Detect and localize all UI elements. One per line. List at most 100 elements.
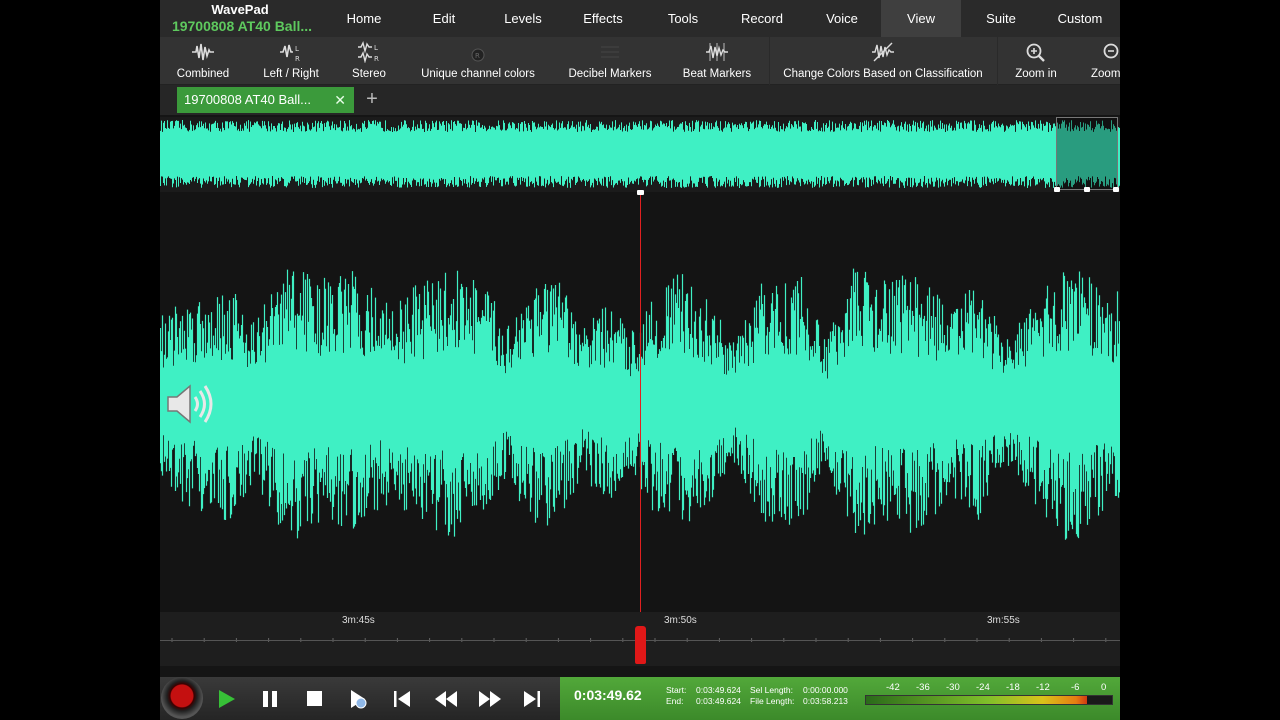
svg-text:L: L [295,45,299,53]
scrub-play-icon [351,690,367,709]
menu-voice[interactable]: Voice [802,0,882,37]
level-scale-label: -6 [1071,682,1080,693]
play-icon [219,690,235,708]
decibel-markers-button[interactable]: Decibel Markers [562,37,658,85]
speaker-icon[interactable] [165,382,213,426]
pause-icon [263,691,277,707]
unique-channel-colors-icon: R [471,48,485,62]
rewind-button[interactable] [426,681,466,717]
menu-suite[interactable]: Suite [961,0,1041,37]
stop-button[interactable] [294,681,334,717]
menu-view[interactable]: View [881,0,961,37]
overview-waveform-path [160,120,1120,188]
level-scale-label: -18 [1006,682,1020,693]
skip-end-icon [524,691,540,707]
timeline-ruler[interactable]: 3m:45s 3m:50s 3m:55s [160,612,1120,666]
add-tab-button[interactable]: + [362,87,382,113]
end-value: 0:03:49.624 [696,696,741,706]
record-button[interactable] [161,677,203,719]
scrub-play-button[interactable] [338,681,378,717]
current-time-display: 0:03:49.62 [574,687,642,703]
zoom-in-icon [1026,43,1045,62]
app-name: WavePad [211,2,269,17]
unique-channel-colors-label: Unique channel colors [421,68,535,80]
beat-markers-icon [706,43,728,61]
start-value: 0:03:49.624 [696,685,741,695]
stereo-button[interactable]: L R Stereo [346,37,392,85]
file-length-label: File Length: [750,696,795,706]
menu-custom[interactable]: Custom [1040,0,1120,37]
classification-colors-icon [872,42,894,62]
close-tab-icon[interactable]: ✕ [334,87,346,113]
app-title-block: WavePad 19700808 AT40 Ball... [160,2,320,35]
combined-button[interactable]: Combined [168,37,238,85]
menu-tools[interactable]: Tools [643,0,723,37]
skip-to-end-button[interactable] [512,681,552,717]
selection-length-label: Sel Length: [750,685,794,695]
zoom-out-label: Zoom [1091,68,1120,80]
beat-markers-label: Beat Markers [682,68,752,80]
zoom-out-icon [1103,43,1119,59]
level-scale-label: -36 [916,682,930,693]
playback-cursor-marker [637,190,644,195]
view-toolbar: Combined L R Left / Right L R Stereo R U… [160,37,1120,85]
menu-edit[interactable]: Edit [404,0,484,37]
zoom-out-button[interactable]: Zoom [1084,37,1120,85]
svg-text:R: R [295,55,300,63]
svg-text:L: L [374,44,378,52]
start-label: Start: [666,685,687,695]
menu-home[interactable]: Home [324,0,404,37]
left-right-icon: L R [280,44,300,63]
toolbar-separator [769,37,770,85]
end-label: End: [666,696,684,706]
zoom-in-button[interactable]: Zoom in [1010,37,1062,85]
left-right-button[interactable]: L R Left / Right [256,37,326,85]
file-name: 19700808 AT40 Ball... [171,18,313,34]
combined-label: Combined [176,68,230,80]
unique-channel-colors-button[interactable]: R Unique channel colors [418,37,538,85]
overview-waveform-graphic [160,120,1120,188]
level-scale-label: -24 [976,682,990,693]
file-tab-bar: 19700808 AT40 Ball... ✕ + [160,85,1120,115]
file-tab[interactable]: 19700808 AT40 Ball... ✕ [177,87,354,113]
menu-bar: WavePad 19700808 AT40 Ball... Home Edit … [160,0,1120,37]
change-colors-classification-button[interactable]: Change Colors Based on Classification [782,37,984,85]
toolbar-separator [997,37,998,85]
stop-icon [307,691,322,706]
selection-length-value: 0:00:00.000 [803,685,848,695]
playback-cursor-line [640,192,641,652]
overview-view-window[interactable] [1054,117,1119,192]
menu-effects[interactable]: Effects [563,0,643,37]
level-scale-label: -42 [886,682,900,693]
playhead-handle[interactable] [635,626,646,664]
menu-record[interactable]: Record [722,0,802,37]
rewind-icon [435,691,457,707]
file-tab-label: 19700808 AT40 Ball... [184,92,311,107]
change-colors-classification-label: Change Colors Based on Classification [783,68,983,80]
beat-markers-button[interactable]: Beat Markers [680,37,754,85]
overview-waveform[interactable] [160,117,1120,192]
fast-forward-icon [479,691,501,707]
stereo-icon: L R [358,41,379,63]
decibel-markers-icon [601,46,619,58]
play-button[interactable] [206,681,246,717]
decibel-markers-label: Decibel Markers [568,68,652,80]
combined-icon [192,43,214,61]
zoom-in-label: Zoom in [1015,68,1057,80]
fast-forward-button[interactable] [470,681,510,717]
svg-text:R: R [475,52,480,60]
menu-levels[interactable]: Levels [483,0,563,37]
level-scale-label: -12 [1036,682,1050,693]
pause-button[interactable] [250,681,290,717]
svg-text:R: R [374,55,379,63]
level-meter [865,695,1113,705]
time-info-panel: 0:03:49.62 Start: 0:03:49.624 End: 0:03:… [560,677,1120,720]
skip-to-start-button[interactable] [382,681,422,717]
level-scale-label: -30 [946,682,960,693]
transport-bar: 0:03:49.62 Start: 0:03:49.624 End: 0:03:… [160,677,1120,720]
wavepad-app: WavePad 19700808 AT40 Ball... Home Edit … [160,0,1120,720]
stereo-label: Stereo [352,68,386,80]
file-length-value: 0:03:58.213 [803,696,848,706]
level-scale-label: 0 [1101,682,1107,693]
skip-start-icon [394,691,410,707]
